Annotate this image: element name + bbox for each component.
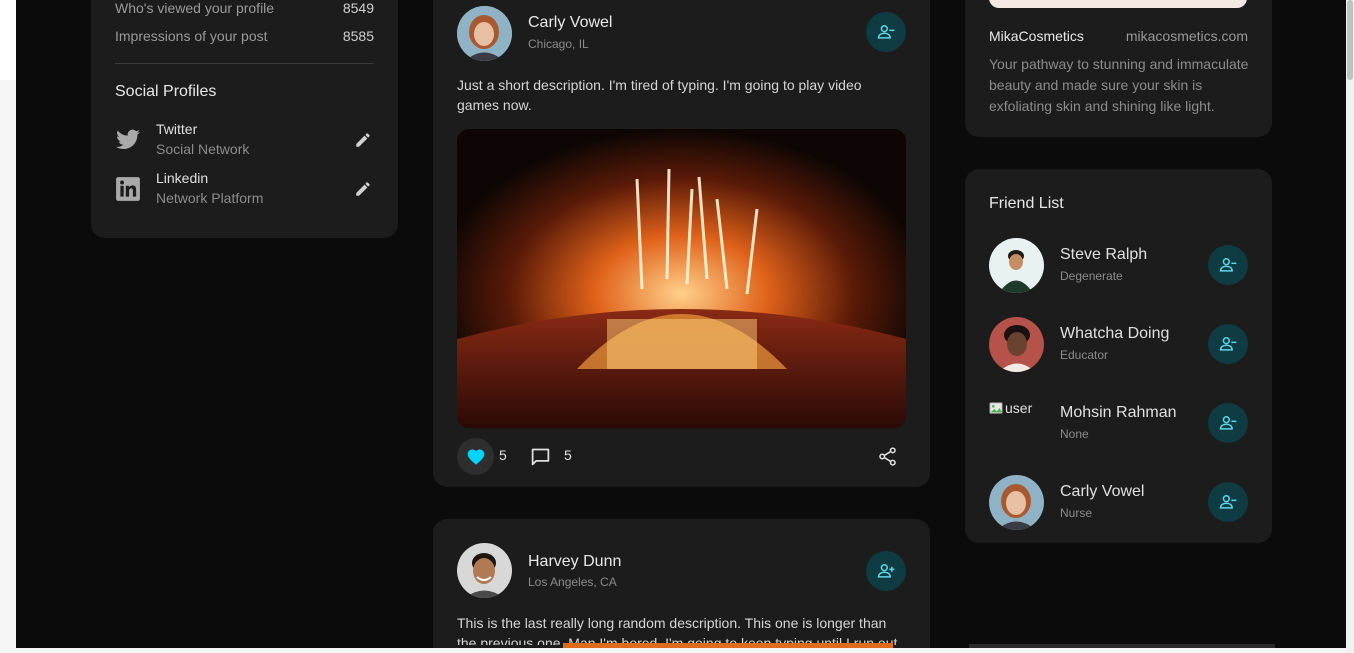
divider <box>115 63 374 64</box>
linkedin-icon <box>116 177 140 201</box>
heart-icon <box>467 449 484 465</box>
post-author-name[interactable]: Harvey Dunn <box>528 553 621 571</box>
avatar-portrait-image <box>457 6 512 61</box>
friend-item[interactable]: Whatcha Doing Educator <box>989 317 1248 373</box>
twitter-icon <box>116 129 140 149</box>
post-text: Just a short description. I'm tired of t… <box>457 77 862 113</box>
stat-row-impressions: Impressions of your post 8585 <box>115 28 374 44</box>
stat-row-profile-views: Who's viewed your profile 8549 <box>115 0 374 16</box>
comment-count: 5 <box>564 447 572 463</box>
social-item-linkedin: Linkedin Network Platform <box>115 170 374 210</box>
person-remove-icon <box>1219 495 1237 509</box>
post-author-name[interactable]: Carly Vowel <box>528 14 612 32</box>
friend-name: Mohsin Rahman <box>1060 404 1177 421</box>
avatar[interactable] <box>457 543 512 598</box>
avatar[interactable] <box>457 6 512 61</box>
avatar-portrait-image <box>989 317 1044 372</box>
post-text: This is the last really long random desc… <box>457 615 898 645</box>
avatar[interactable] <box>989 317 1044 372</box>
friend-list-card: Friend List Steve Ralph Degenerate Whatc… <box>965 169 1272 543</box>
stat-value: 8585 <box>342 28 374 44</box>
friend-name: Whatcha Doing <box>1060 325 1170 342</box>
broken-image-icon <box>989 402 1003 414</box>
brand-card: MikaCosmetics mikacosmetics.com Your pat… <box>965 0 1272 137</box>
concert-fireworks-image <box>457 129 906 428</box>
stat-label: Who's viewed your profile <box>115 0 275 16</box>
friend-subtitle: None <box>1060 427 1089 441</box>
edit-icon[interactable] <box>354 131 372 149</box>
avatar[interactable] <box>989 238 1044 293</box>
brand-description: Your pathway to stunning and immaculate … <box>989 56 1249 114</box>
person-remove-icon <box>1219 416 1237 430</box>
social-name: Twitter <box>156 121 198 137</box>
social-subtitle: Social Network <box>156 141 250 157</box>
stat-label: Impressions of your post <box>115 28 268 44</box>
post-author-location: Chicago, IL <box>528 37 589 51</box>
unfollow-button[interactable] <box>866 12 906 52</box>
post-image-edge <box>563 643 893 648</box>
social-profiles-title: Social Profiles <box>115 83 217 100</box>
friend-name: Carly Vowel <box>1060 483 1145 500</box>
stat-value: 8549 <box>342 0 374 16</box>
like-count: 5 <box>499 447 507 463</box>
edit-icon[interactable] <box>354 180 372 198</box>
person-add-icon <box>877 564 895 578</box>
page-gutter <box>0 0 16 80</box>
friend-item[interactable]: Carly Vowel Nurse <box>989 475 1248 531</box>
friend-subtitle: Degenerate <box>1060 269 1123 283</box>
avatar-portrait-image <box>457 543 512 598</box>
friend-item[interactable]: user Mohsin Rahman None <box>989 396 1248 452</box>
unfriend-button[interactable] <box>1208 324 1248 364</box>
person-remove-icon <box>1219 258 1237 272</box>
app-background: Who's viewed your profile 8549 Impressio… <box>16 0 1346 648</box>
profile-stats-card: Who's viewed your profile 8549 Impressio… <box>91 0 398 238</box>
post-card: Harvey Dunn Los Angeles, CA This is the … <box>433 519 930 648</box>
comment-icon[interactable] <box>530 446 551 467</box>
brand-name: MikaCosmetics <box>989 28 1084 44</box>
person-remove-icon <box>1219 337 1237 351</box>
avatar-portrait-image <box>989 475 1044 530</box>
brand-url[interactable]: mikacosmetics.com <box>1126 28 1248 44</box>
avatar-alt-text: user <box>1005 400 1033 416</box>
social-subtitle: Network Platform <box>156 190 264 206</box>
friend-subtitle: Nurse <box>1060 506 1093 520</box>
unfriend-button[interactable] <box>1208 482 1248 522</box>
post-card: Carly Vowel Chicago, IL Just a short des… <box>433 0 930 487</box>
unfriend-button[interactable] <box>1208 245 1248 285</box>
scrollbar-thumb[interactable] <box>1347 0 1353 80</box>
post-image[interactable] <box>457 129 906 428</box>
brand-banner-button[interactable] <box>989 0 1247 8</box>
share-icon[interactable] <box>877 446 898 467</box>
follow-button[interactable] <box>866 551 906 591</box>
avatar-broken-image[interactable]: user <box>989 400 1032 416</box>
next-card-edge <box>969 644 1275 648</box>
friend-subtitle: Educator <box>1060 348 1109 362</box>
avatar[interactable] <box>989 475 1044 530</box>
social-name: Linkedin <box>156 170 209 186</box>
friend-name: Steve Ralph <box>1060 246 1148 263</box>
post-author-location: Los Angeles, CA <box>528 575 617 589</box>
like-button[interactable] <box>457 438 494 475</box>
friend-item[interactable]: Steve Ralph Degenerate <box>989 238 1248 294</box>
unfriend-button[interactable] <box>1208 403 1248 443</box>
avatar-portrait-image <box>989 238 1044 293</box>
friend-list-title: Friend List <box>989 195 1064 212</box>
person-remove-icon <box>877 25 895 39</box>
page-scrollbar[interactable] <box>1346 0 1354 653</box>
social-item-twitter: Twitter Social Network <box>115 121 374 161</box>
